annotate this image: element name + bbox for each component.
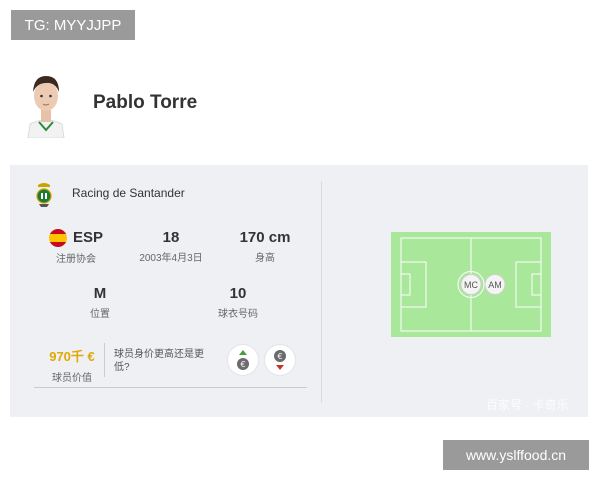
market-separator <box>104 343 105 377</box>
position-label: 位置 <box>90 309 110 320</box>
card-bottom-divider <box>34 387 307 388</box>
position-pitch: MC AM <box>391 232 551 337</box>
value-question: 球员身价更高还是更低? <box>114 349 204 373</box>
club-name[interactable]: Racing de Santander <box>72 186 185 200</box>
stat-shirt-number: 10 球衣号码 <box>208 285 268 320</box>
height-value: 170 cm <box>239 229 291 246</box>
card-vertical-divider <box>321 181 322 403</box>
shirt-number-label: 球衣号码 <box>218 309 258 320</box>
euro-up-icon: € <box>237 350 249 370</box>
spain-flag-icon <box>48 229 67 248</box>
stat-age: 18 2003年4月3日 <box>131 229 211 264</box>
svg-text:€: € <box>240 360 245 369</box>
position-label-mc: MC <box>464 280 478 290</box>
market-value-block: 970千 € 球员价值 <box>44 346 100 384</box>
birthdate-label: 2003年4月3日 <box>139 253 203 264</box>
market-value: 970千 € <box>49 349 95 364</box>
vote-lower-button[interactable]: € <box>265 345 295 375</box>
tg-watermark: TG: MYYJJPP <box>11 10 135 40</box>
position-label-am: AM <box>488 280 502 290</box>
faint-watermark: 百家号 · 卡奇乐 <box>486 398 569 412</box>
nationality-value: ESP <box>72 229 103 246</box>
age-value: 18 <box>162 229 180 246</box>
vote-higher-button[interactable]: € <box>228 345 258 375</box>
position-value: M <box>93 285 107 302</box>
market-value-label: 球员价值 <box>52 373 92 384</box>
stat-position: M 位置 <box>70 285 130 320</box>
nationality-label: 注册协会 <box>56 254 96 266</box>
player-info-card: Racing de Santander ESP 注册协会 18 2003年4月3… <box>10 165 588 417</box>
stat-height: 170 cm 身高 <box>230 229 300 264</box>
site-watermark: www.yslffood.cn <box>443 440 589 470</box>
player-photo <box>22 66 70 138</box>
shirt-number-value: 10 <box>229 285 247 302</box>
euro-down-icon: € <box>274 350 286 370</box>
player-name: Pablo Torre <box>93 92 198 113</box>
club-crest-icon <box>36 183 52 207</box>
svg-text:€: € <box>277 352 282 361</box>
stat-nationality: ESP 注册协会 <box>46 229 106 265</box>
height-label: 身高 <box>255 253 275 264</box>
